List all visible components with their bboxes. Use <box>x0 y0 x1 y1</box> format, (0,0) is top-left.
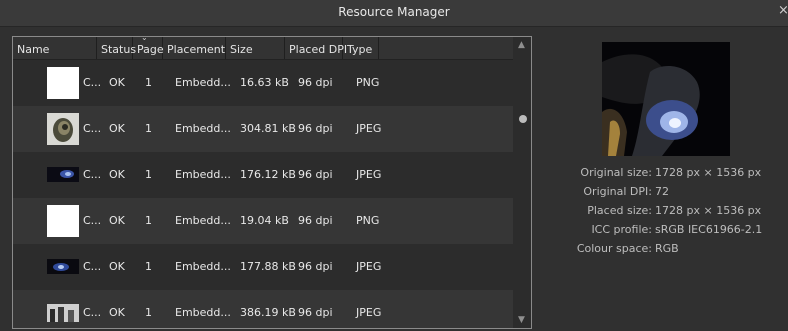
dpi-cell: 96 dpi <box>298 260 333 273</box>
dpi-cell: 96 dpi <box>298 214 333 227</box>
preview-image <box>602 42 730 156</box>
table-row[interactable]: C... OK 1 Embedd... 176.12 kB 96 dpi JPE… <box>13 152 513 198</box>
size-cell: 19.04 kB <box>240 214 289 227</box>
resource-table: Name Status ⌄ Page Placement Size Placed… <box>12 36 532 329</box>
column-header-placed-dpi[interactable]: Placed DPI <box>285 37 347 59</box>
page-cell: 1 <box>145 76 152 89</box>
table-row[interactable]: C... OK 1 Embedd... 19.04 kB 96 dpi PNG <box>13 198 513 244</box>
dpi-cell: 96 dpi <box>298 306 333 319</box>
type-cell: PNG <box>356 214 380 227</box>
detail-value: RGB <box>655 242 679 255</box>
status-cell: OK <box>109 122 125 135</box>
scroll-up-icon[interactable]: ▲ <box>518 40 525 50</box>
detail-original-size: Original size: 1728 px × 1536 px <box>540 166 780 185</box>
name-cell: C... <box>83 260 102 273</box>
column-header-page[interactable]: ⌄ Page <box>133 36 164 59</box>
thumbnail-image <box>47 67 79 99</box>
size-cell: 304.81 kB <box>240 122 296 135</box>
name-cell: C... <box>83 306 102 319</box>
table-row[interactable]: C... OK 1 Embedd... 16.63 kB 96 dpi PNG <box>13 60 513 106</box>
vertical-scrollbar[interactable]: ▲ ▼ <box>514 37 531 328</box>
table-row[interactable]: C... OK 1 Embedd... 304.81 kB 96 dpi JPE… <box>13 106 513 152</box>
column-header-page-label: Page <box>137 43 164 56</box>
name-cell: C... <box>83 122 102 135</box>
thumbnail-image <box>47 205 79 237</box>
close-icon[interactable]: × <box>778 3 788 19</box>
detail-colour-space: Colour space: RGB <box>540 242 780 261</box>
page-cell: 1 <box>145 168 152 181</box>
type-cell: JPEG <box>356 168 382 181</box>
placement-cell: Embedd... <box>175 122 231 135</box>
thumbnail-image <box>47 167 79 182</box>
size-cell: 386.19 kB <box>240 306 296 319</box>
status-cell: OK <box>109 76 125 89</box>
sort-descending-icon: ⌄ <box>141 36 148 42</box>
column-header-type[interactable]: Type <box>343 37 379 59</box>
type-cell: JPEG <box>356 260 382 273</box>
name-cell: C... <box>83 168 102 181</box>
detail-label: Placed size: <box>587 204 652 217</box>
detail-value: 1728 px × 1536 px <box>655 204 762 217</box>
detail-label: ICC profile: <box>591 223 652 236</box>
thumbnail-image <box>47 113 79 145</box>
window-title: Resource Manager <box>338 5 450 19</box>
page-cell: 1 <box>145 122 152 135</box>
size-cell: 177.88 kB <box>240 260 296 273</box>
page-cell: 1 <box>145 306 152 319</box>
table-row[interactable]: C... OK 1 Embedd... 386.19 kB 96 dpi JPE… <box>13 290 513 328</box>
scroll-down-icon[interactable]: ▼ <box>518 315 525 325</box>
name-cell: C... <box>83 214 102 227</box>
dpi-cell: 96 dpi <box>298 76 333 89</box>
column-header-size[interactable]: Size <box>226 37 285 59</box>
detail-value: 72 <box>655 185 669 198</box>
status-cell: OK <box>109 168 125 181</box>
placement-cell: Embedd... <box>175 306 231 319</box>
scrollbar-thumb[interactable] <box>519 115 527 123</box>
detail-original-dpi: Original DPI: 72 <box>540 185 780 204</box>
detail-value: sRGB IEC61966-2.1 <box>655 223 763 236</box>
detail-value: 1728 px × 1536 px <box>655 166 762 179</box>
size-cell: 16.63 kB <box>240 76 289 89</box>
page-cell: 1 <box>145 260 152 273</box>
placement-cell: Embedd... <box>175 260 231 273</box>
placement-cell: Embedd... <box>175 214 231 227</box>
type-cell: PNG <box>356 76 380 89</box>
thumbnail-image <box>47 304 79 322</box>
placement-cell: Embedd... <box>175 168 231 181</box>
table-header: Name Status ⌄ Page Placement Size Placed… <box>13 37 513 60</box>
column-header-status[interactable]: Status <box>97 37 136 59</box>
column-header-name[interactable]: Name <box>13 37 97 59</box>
detail-label: Original DPI: <box>583 185 652 198</box>
detail-label: Colour space: <box>576 242 652 255</box>
placement-cell: Embedd... <box>175 76 231 89</box>
thumbnail-image <box>47 259 79 274</box>
detail-label: Original size: <box>580 166 652 179</box>
page-cell: 1 <box>145 214 152 227</box>
detail-icc-profile: ICC profile: sRGB IEC61966-2.1 <box>540 223 780 242</box>
detail-placed-size: Placed size: 1728 px × 1536 px <box>540 204 780 223</box>
type-cell: JPEG <box>356 306 382 319</box>
status-cell: OK <box>109 306 125 319</box>
status-cell: OK <box>109 214 125 227</box>
image-details: Original size: 1728 px × 1536 px Origina… <box>540 166 780 261</box>
title-bar: Resource Manager × <box>0 0 788 27</box>
table-row[interactable]: C... OK 1 Embedd... 177.88 kB 96 dpi JPE… <box>13 244 513 290</box>
size-cell: 176.12 kB <box>240 168 296 181</box>
dpi-cell: 96 dpi <box>298 122 333 135</box>
name-cell: C... <box>83 76 102 89</box>
status-cell: OK <box>109 260 125 273</box>
dpi-cell: 96 dpi <box>298 168 333 181</box>
column-header-placement[interactable]: Placement <box>163 37 226 59</box>
type-cell: JPEG <box>356 122 382 135</box>
